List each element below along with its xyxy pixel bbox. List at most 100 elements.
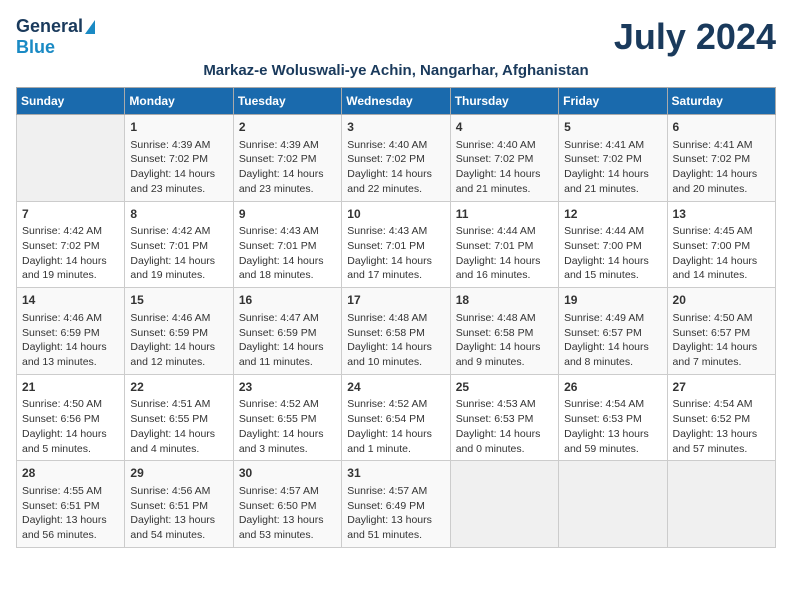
calendar-cell: 11Sunrise: 4:44 AM Sunset: 7:01 PM Dayli… xyxy=(450,201,558,288)
day-number: 24 xyxy=(347,379,444,396)
calendar-cell: 18 Sunrise: 4:48 AM Sunset: 6:58 PM Dayli… xyxy=(450,288,558,375)
calendar-cell: 29Sunrise: 4:56 AM Sunset: 6:51 PM Dayli… xyxy=(125,461,233,548)
day-info: Sunrise: 4:51 AM Sunset: 6:55 PM Dayligh… xyxy=(130,397,227,456)
day-info: Sunrise: 4:49 AM Sunset: 6:57 PM Dayligh… xyxy=(564,311,661,370)
day-number: 1 xyxy=(130,119,227,136)
day-number: 12 xyxy=(564,206,661,223)
calendar-cell: 7Sunrise: 4:42 AM Sunset: 7:02 PM Daylig… xyxy=(17,201,125,288)
day-number: 5 xyxy=(564,119,661,136)
calendar-cell: 25Sunrise: 4:53 AM Sunset: 6:53 PM Dayli… xyxy=(450,374,558,461)
day-info: Sunrise: 4:44 AM Sunset: 7:00 PM Dayligh… xyxy=(564,224,661,283)
day-info: Sunrise: 4:42 AM Sunset: 7:02 PM Dayligh… xyxy=(22,224,119,283)
calendar-week-row: 28 Sunrise: 4:55 AM Sunset: 6:51 PM Dayli… xyxy=(17,461,776,548)
day-number: 6 xyxy=(673,119,770,136)
day-info: Sunrise: 4:52 AM Sunset: 6:55 PM Dayligh… xyxy=(239,397,336,456)
day-info: Sunrise: 4:54 AM Sunset: 6:53 PM Dayligh… xyxy=(564,397,661,456)
day-number: 15 xyxy=(130,292,227,309)
calendar-header-cell: Friday xyxy=(559,88,667,115)
calendar-cell: 23Sunrise: 4:52 AM Sunset: 6:55 PM Dayli… xyxy=(233,374,341,461)
day-number: 31 xyxy=(347,465,444,482)
calendar-cell xyxy=(559,461,667,548)
day-number: 22 xyxy=(130,379,227,396)
day-info: Sunrise: 4:42 AM Sunset: 7:01 PM Dayligh… xyxy=(130,224,227,283)
calendar-cell: 22Sunrise: 4:51 AM Sunset: 6:55 PM Dayli… xyxy=(125,374,233,461)
day-number: 13 xyxy=(673,206,770,223)
day-info: Sunrise: 4:57 AM Sunset: 6:49 PM Dayligh… xyxy=(347,484,444,543)
day-info: Sunrise: 4:48 AM Sunset: 6:58 PM Dayligh… xyxy=(456,311,553,370)
calendar-header-row: SundayMondayTuesdayWednesdayThursdayFrid… xyxy=(17,88,776,115)
calendar-cell: 19Sunrise: 4:49 AM Sunset: 6:57 PM Dayli… xyxy=(559,288,667,375)
day-number: 16 xyxy=(239,292,336,309)
calendar-cell: 30Sunrise: 4:57 AM Sunset: 6:50 PM Dayli… xyxy=(233,461,341,548)
calendar-cell xyxy=(17,115,125,202)
day-info: Sunrise: 4:41 AM Sunset: 7:02 PM Dayligh… xyxy=(673,138,770,197)
day-info: Sunrise: 4:41 AM Sunset: 7:02 PM Dayligh… xyxy=(564,138,661,197)
calendar-cell: 17Sunrise: 4:48 AM Sunset: 6:58 PM Dayli… xyxy=(342,288,450,375)
day-number: 28 xyxy=(22,465,119,482)
day-info: Sunrise: 4:56 AM Sunset: 6:51 PM Dayligh… xyxy=(130,484,227,543)
calendar-week-row: 21Sunrise: 4:50 AM Sunset: 6:56 PM Dayli… xyxy=(17,374,776,461)
day-number: 11 xyxy=(456,206,553,223)
calendar-header-cell: Monday xyxy=(125,88,233,115)
day-info: Sunrise: 4:43 AM Sunset: 7:01 PM Dayligh… xyxy=(347,224,444,283)
calendar-week-row: 14 Sunrise: 4:46 AM Sunset: 6:59 PM Dayli… xyxy=(17,288,776,375)
calendar-cell: 15 Sunrise: 4:46 AM Sunset: 6:59 PM Dayli… xyxy=(125,288,233,375)
day-number: 25 xyxy=(456,379,553,396)
day-info: Sunrise: 4:47 AM Sunset: 6:59 PM Dayligh… xyxy=(239,311,336,370)
calendar-cell: 9Sunrise: 4:43 AM Sunset: 7:01 PM Daylig… xyxy=(233,201,341,288)
logo-general: General xyxy=(16,16,83,37)
day-number: 21 xyxy=(22,379,119,396)
month-title: July 2024 xyxy=(614,16,776,58)
calendar-cell: 26Sunrise: 4:54 AM Sunset: 6:53 PM Dayli… xyxy=(559,374,667,461)
day-number: 4 xyxy=(456,119,553,136)
day-number: 9 xyxy=(239,206,336,223)
logo: General Blue xyxy=(16,16,95,58)
day-info: Sunrise: 4:52 AM Sunset: 6:54 PM Dayligh… xyxy=(347,397,444,456)
calendar-cell: 6 Sunrise: 4:41 AM Sunset: 7:02 PM Daylig… xyxy=(667,115,775,202)
calendar-cell: 2Sunrise: 4:39 AM Sunset: 7:02 PM Daylig… xyxy=(233,115,341,202)
day-info: Sunrise: 4:50 AM Sunset: 6:57 PM Dayligh… xyxy=(673,311,770,370)
day-number: 27 xyxy=(673,379,770,396)
day-info: Sunrise: 4:46 AM Sunset: 6:59 PM Dayligh… xyxy=(22,311,119,370)
logo-blue: Blue xyxy=(16,37,55,58)
day-info: Sunrise: 4:53 AM Sunset: 6:53 PM Dayligh… xyxy=(456,397,553,456)
day-info: Sunrise: 4:50 AM Sunset: 6:56 PM Dayligh… xyxy=(22,397,119,456)
day-info: Sunrise: 4:40 AM Sunset: 7:02 PM Dayligh… xyxy=(456,138,553,197)
calendar-header-cell: Saturday xyxy=(667,88,775,115)
day-number: 7 xyxy=(22,206,119,223)
day-info: Sunrise: 4:55 AM Sunset: 6:51 PM Dayligh… xyxy=(22,484,119,543)
day-info: Sunrise: 4:44 AM Sunset: 7:01 PM Dayligh… xyxy=(456,224,553,283)
calendar-cell: 12Sunrise: 4:44 AM Sunset: 7:00 PM Dayli… xyxy=(559,201,667,288)
calendar-cell: 5 Sunrise: 4:41 AM Sunset: 7:02 PM Daylig… xyxy=(559,115,667,202)
calendar-cell: 4 Sunrise: 4:40 AM Sunset: 7:02 PM Daylig… xyxy=(450,115,558,202)
calendar-cell: 1 Sunrise: 4:39 AM Sunset: 7:02 PM Daylig… xyxy=(125,115,233,202)
day-number: 18 xyxy=(456,292,553,309)
day-info: Sunrise: 4:39 AM Sunset: 7:02 PM Dayligh… xyxy=(130,138,227,197)
calendar-week-row: 7Sunrise: 4:42 AM Sunset: 7:02 PM Daylig… xyxy=(17,201,776,288)
location-title: Markaz-e Woluswali-ye Achin, Nangarhar, … xyxy=(16,62,776,79)
day-info: Sunrise: 4:54 AM Sunset: 6:52 PM Dayligh… xyxy=(673,397,770,456)
calendar-week-row: 1 Sunrise: 4:39 AM Sunset: 7:02 PM Daylig… xyxy=(17,115,776,202)
day-info: Sunrise: 4:40 AM Sunset: 7:02 PM Dayligh… xyxy=(347,138,444,197)
day-number: 20 xyxy=(673,292,770,309)
calendar-cell: 16 Sunrise: 4:47 AM Sunset: 6:59 PM Dayli… xyxy=(233,288,341,375)
day-info: Sunrise: 4:46 AM Sunset: 6:59 PM Dayligh… xyxy=(130,311,227,370)
calendar-cell: 20 Sunrise: 4:50 AM Sunset: 6:57 PM Dayli… xyxy=(667,288,775,375)
day-number: 2 xyxy=(239,119,336,136)
calendar-cell: 3 Sunrise: 4:40 AM Sunset: 7:02 PM Daylig… xyxy=(342,115,450,202)
day-number: 17 xyxy=(347,292,444,309)
day-number: 3 xyxy=(347,119,444,136)
calendar-cell: 28 Sunrise: 4:55 AM Sunset: 6:51 PM Dayli… xyxy=(17,461,125,548)
calendar-cell: 8Sunrise: 4:42 AM Sunset: 7:01 PM Daylig… xyxy=(125,201,233,288)
calendar-body: 1 Sunrise: 4:39 AM Sunset: 7:02 PM Daylig… xyxy=(17,115,776,548)
day-number: 14 xyxy=(22,292,119,309)
calendar-cell: 14 Sunrise: 4:46 AM Sunset: 6:59 PM Dayli… xyxy=(17,288,125,375)
calendar-header-cell: Sunday xyxy=(17,88,125,115)
day-number: 8 xyxy=(130,206,227,223)
calendar-cell: 27Sunrise: 4:54 AM Sunset: 6:52 PM Dayli… xyxy=(667,374,775,461)
calendar-cell: 21Sunrise: 4:50 AM Sunset: 6:56 PM Dayli… xyxy=(17,374,125,461)
calendar-cell xyxy=(450,461,558,548)
day-number: 26 xyxy=(564,379,661,396)
calendar-cell: 13Sunrise: 4:45 AM Sunset: 7:00 PM Dayli… xyxy=(667,201,775,288)
calendar-table: SundayMondayTuesdayWednesdayThursdayFrid… xyxy=(16,87,776,548)
